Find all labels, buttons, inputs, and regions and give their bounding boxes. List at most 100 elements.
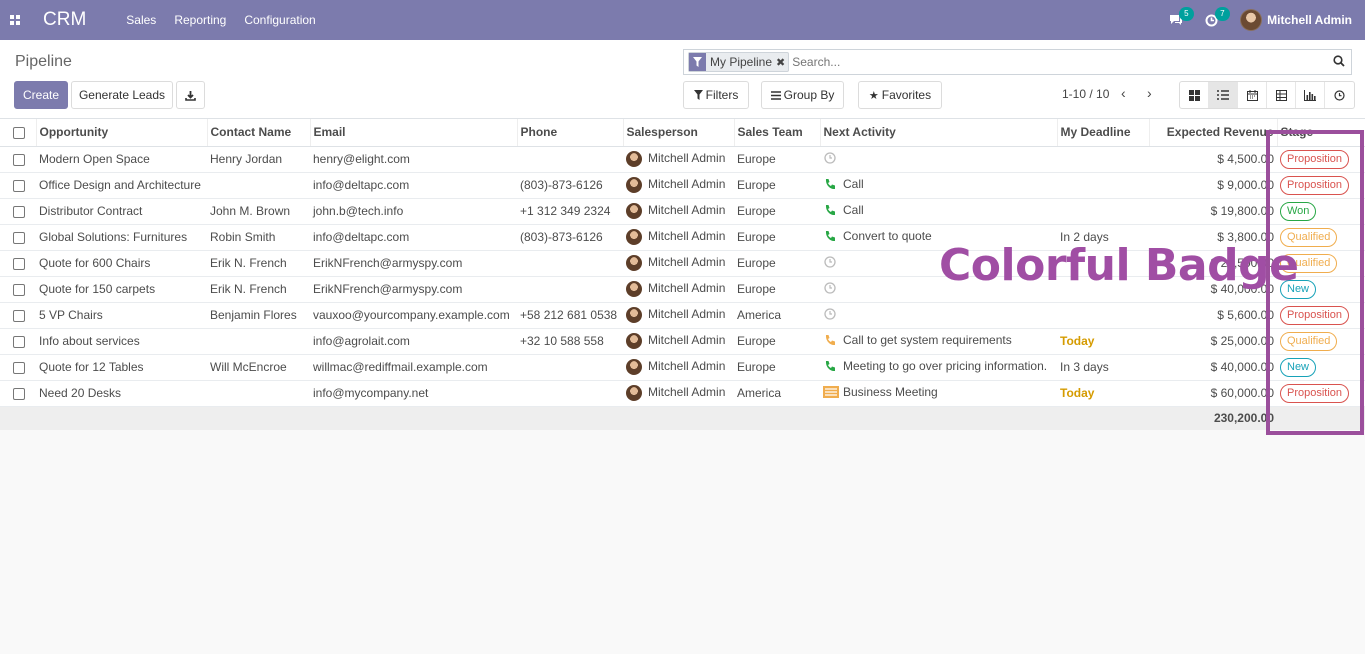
favorites-button[interactable]: ★ Favorites	[858, 81, 942, 109]
search-input[interactable]	[792, 55, 1313, 69]
row-checkbox[interactable]	[0, 276, 36, 303]
generate-leads-button[interactable]: Generate Leads	[71, 81, 173, 109]
create-button[interactable]: Create	[14, 81, 68, 109]
salesperson-avatar[interactable]	[626, 385, 642, 401]
menu-configuration[interactable]: Configuration	[244, 13, 315, 27]
phone-icon[interactable]	[823, 230, 837, 245]
column-header-sales-team[interactable]: Sales Team	[733, 119, 820, 147]
table-row[interactable]: Distributor Contract John M. Brown john.b@…	[0, 198, 1365, 225]
annotation-label: Colorful Badge	[939, 240, 1299, 291]
row-checkbox[interactable]	[0, 302, 36, 329]
cell-revenue: $ 25,000.00	[1149, 328, 1277, 355]
row-checkbox[interactable]	[0, 146, 36, 173]
group-by-button[interactable]: Group By	[761, 81, 844, 109]
search-facet[interactable]: My Pipeline ✖	[688, 52, 790, 72]
salesperson-avatar[interactable]	[626, 229, 642, 245]
salesperson-avatar[interactable]	[626, 177, 642, 193]
salesperson-avatar[interactable]	[626, 307, 642, 323]
cell-next-activity	[820, 302, 1057, 329]
table-row[interactable]: Need 20 Desks info@mycompany.net Mitchell …	[0, 380, 1365, 407]
salesperson-name: Mitchell Admin	[648, 229, 726, 244]
row-checkbox[interactable]	[0, 328, 36, 355]
activities-count-badge: 7	[1215, 6, 1230, 21]
cell-phone: (803)-873-6126	[517, 224, 623, 251]
column-header-revenue[interactable]: Expected Revenue	[1148, 119, 1277, 147]
select-all-checkbox[interactable]	[0, 119, 36, 147]
remove-facet-icon[interactable]: ✖	[776, 56, 788, 69]
stage-badge: Proposition	[1280, 305, 1350, 325]
table-row[interactable]: 5 VP Chairs Benjamin Flores vauxoo@yourcom…	[0, 302, 1365, 329]
column-header-next-activity[interactable]: Next Activity	[819, 119, 1057, 147]
row-checkbox[interactable]	[0, 172, 36, 199]
menu-sales[interactable]: Sales	[126, 13, 156, 27]
cell-contact	[207, 380, 310, 407]
row-checkbox[interactable]	[0, 354, 36, 381]
row-checkbox[interactable]	[0, 198, 36, 225]
column-header-contact[interactable]: Contact Name	[206, 119, 310, 147]
pager-previous-icon[interactable]: ‹	[1121, 85, 1126, 101]
messages-button[interactable]: 5	[1169, 7, 1194, 26]
cell-salesperson: Mitchell Admin	[623, 250, 734, 277]
graph-view-icon[interactable]	[1296, 82, 1325, 108]
row-checkbox[interactable]	[0, 224, 36, 251]
user-menu[interactable]: Mitchell Admin	[1240, 9, 1352, 31]
salesperson-name: Mitchell Admin	[648, 359, 726, 374]
column-header-opportunity[interactable]: Opportunity	[35, 119, 207, 147]
list-view-icon[interactable]	[1209, 82, 1238, 108]
activity-view-icon[interactable]	[1325, 82, 1354, 108]
cell-contact: Robin Smith	[207, 224, 310, 251]
cell-sales-team: Europe	[734, 224, 820, 251]
cell-salesperson: Mitchell Admin	[623, 302, 734, 329]
activity-summary: Business Meeting	[843, 385, 938, 400]
clock-icon[interactable]	[823, 308, 837, 323]
column-header-deadline[interactable]: My Deadline	[1056, 119, 1149, 147]
column-header-salesperson[interactable]: Salesperson	[622, 119, 734, 147]
search-bar[interactable]: My Pipeline ✖	[683, 49, 1352, 75]
filters-button[interactable]: Filters	[683, 81, 749, 109]
column-header-email[interactable]: Email	[309, 119, 517, 147]
salesperson-avatar[interactable]	[626, 281, 642, 297]
meeting-icon[interactable]	[823, 385, 839, 401]
column-header-stage[interactable]: Stage	[1276, 119, 1365, 147]
phone-icon[interactable]	[823, 334, 837, 349]
salesperson-avatar[interactable]	[626, 333, 642, 349]
search-icon[interactable]	[1333, 55, 1345, 70]
phone-icon[interactable]	[823, 178, 837, 193]
kanban-view-icon[interactable]	[1180, 82, 1209, 108]
salesperson-avatar[interactable]	[626, 203, 642, 219]
salesperson-avatar[interactable]	[626, 255, 642, 271]
pager-next-icon[interactable]: ›	[1147, 85, 1152, 101]
filters-label: Filters	[705, 88, 739, 102]
pivot-view-icon[interactable]	[1267, 82, 1296, 108]
table-row[interactable]: Office Design and Architecture info@delta…	[0, 172, 1365, 199]
clock-icon[interactable]	[823, 256, 837, 271]
cell-phone: +58 212 681 0538	[517, 302, 623, 329]
row-checkbox[interactable]	[0, 380, 36, 407]
salesperson-avatar[interactable]	[626, 359, 642, 375]
cell-stage: Qualified	[1277, 328, 1365, 355]
row-checkbox[interactable]	[0, 250, 36, 277]
cell-email: ErikNFrench@armyspy.com	[310, 276, 517, 303]
phone-icon[interactable]	[823, 204, 837, 219]
cell-salesperson: Mitchell Admin	[623, 380, 734, 407]
cell-deadline	[1057, 302, 1149, 329]
download-button[interactable]	[176, 81, 205, 109]
cell-email: willmac@rediffmail.example.com	[310, 354, 517, 381]
cell-revenue: $ 40,000.00	[1149, 354, 1277, 381]
app-brand[interactable]: CRM	[43, 9, 86, 31]
table-row[interactable]: Modern Open Space Henry Jordan henry@eligh…	[0, 146, 1365, 173]
salesperson-avatar[interactable]	[626, 151, 642, 167]
phone-icon[interactable]	[823, 360, 837, 375]
table-row[interactable]: Info about services info@agrolait.com +32 …	[0, 328, 1365, 355]
calendar-view-icon[interactable]	[1238, 82, 1267, 108]
clock-icon[interactable]	[823, 152, 837, 167]
clock-icon[interactable]	[823, 282, 837, 297]
column-header-phone[interactable]: Phone	[516, 119, 623, 147]
table-row[interactable]: Quote for 12 Tables Will McEncroe willmac@…	[0, 354, 1365, 381]
cell-opportunity: Quote for 600 Chairs	[36, 250, 207, 277]
apps-menu-icon[interactable]	[0, 0, 30, 40]
cell-stage: Proposition	[1277, 146, 1365, 173]
activities-button[interactable]: 7	[1205, 6, 1230, 27]
menu-reporting[interactable]: Reporting	[174, 13, 226, 27]
pager-value[interactable]: 1-10 / 10	[1062, 87, 1109, 101]
